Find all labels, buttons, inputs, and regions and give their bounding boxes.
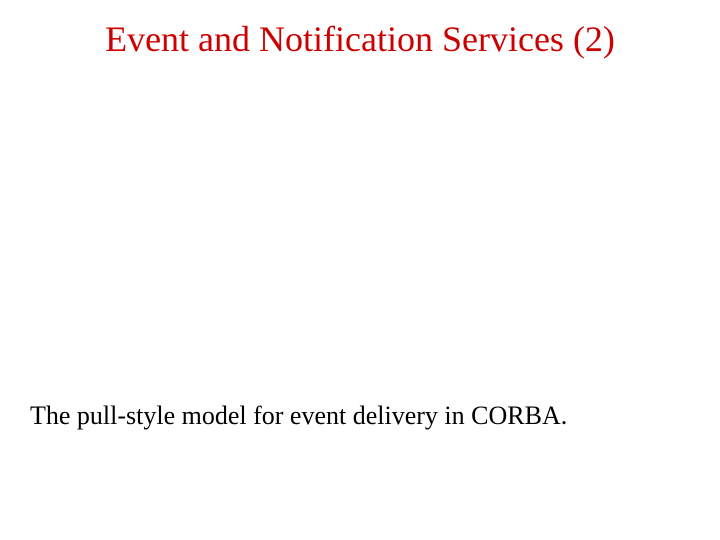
slide-title: Event and Notification Services (2) (0, 18, 720, 61)
slide-body-text: The pull-style model for event delivery … (30, 400, 690, 431)
